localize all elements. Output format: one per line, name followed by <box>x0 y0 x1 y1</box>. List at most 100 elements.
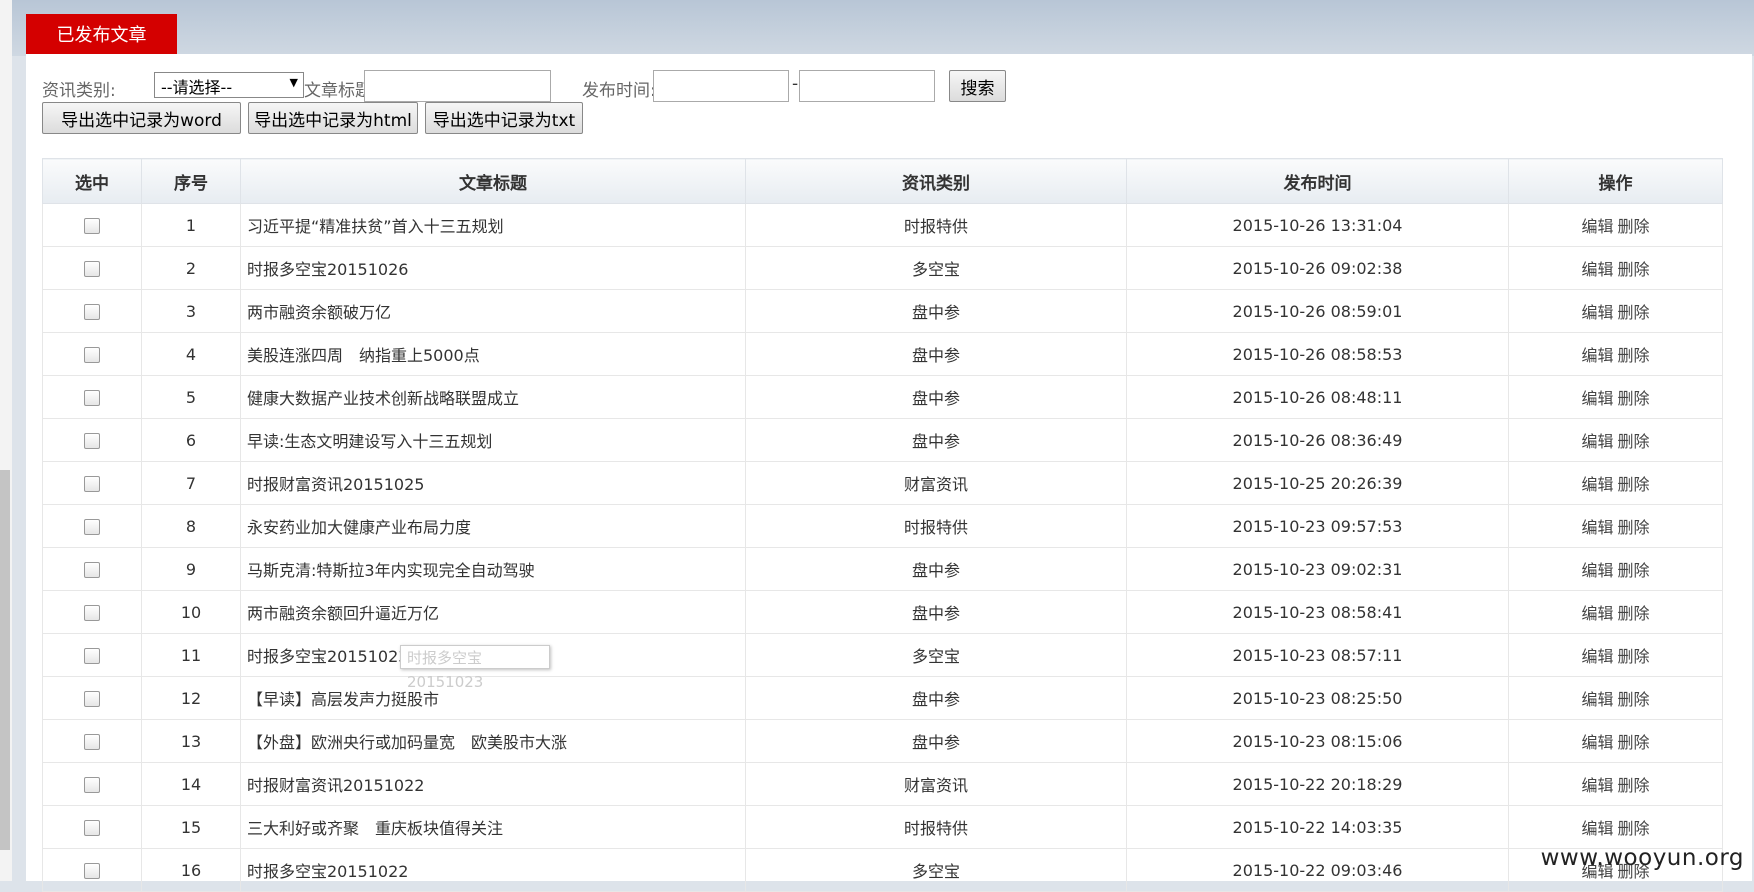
category-select[interactable]: --请选择-- ▼ <box>154 72 304 98</box>
edit-link[interactable]: 编辑 <box>1581 217 1613 236</box>
row-title[interactable]: 【外盘】欧洲央行或加码量宽 欧美股市大涨 <box>240 719 746 763</box>
edit-link[interactable]: 编辑 <box>1581 475 1613 494</box>
row-time: 2015-10-23 09:02:31 <box>1126 547 1509 591</box>
row-select-cell <box>42 246 142 290</box>
row-checkbox[interactable] <box>84 777 100 793</box>
edit-link[interactable]: 编辑 <box>1581 561 1613 580</box>
delete-link[interactable]: 删除 <box>1618 432 1650 451</box>
row-title[interactable]: 时报多空宝20151026 <box>240 246 746 290</box>
header-category: 资讯类别 <box>745 158 1127 204</box>
search-button[interactable]: 搜索 <box>949 70 1006 102</box>
row-actions: 编辑 删除 <box>1508 590 1723 634</box>
delete-link[interactable]: 删除 <box>1618 776 1650 795</box>
row-select-cell <box>42 805 142 849</box>
delete-link[interactable]: 删除 <box>1618 475 1650 494</box>
edit-link[interactable]: 编辑 <box>1581 776 1613 795</box>
edit-link[interactable]: 编辑 <box>1581 518 1613 537</box>
row-title[interactable]: 习近平提“精准扶贫”首入十三五规划 <box>240 203 746 247</box>
edit-link[interactable]: 编辑 <box>1581 389 1613 408</box>
edit-link[interactable]: 编辑 <box>1581 733 1613 752</box>
row-title[interactable]: 健康大数据产业技术创新战略联盟成立 <box>240 375 746 419</box>
row-select-cell <box>42 332 142 376</box>
row-title[interactable]: 马斯克清:特斯拉3年内实现完全自动驾驶 <box>240 547 746 591</box>
delete-link[interactable]: 删除 <box>1618 518 1650 537</box>
delete-link[interactable]: 删除 <box>1618 346 1650 365</box>
row-checkbox[interactable] <box>84 433 100 449</box>
row-title[interactable]: 美股连涨四周 纳指重上5000点 <box>240 332 746 376</box>
edit-link[interactable]: 编辑 <box>1581 690 1613 709</box>
edit-link[interactable]: 编辑 <box>1581 819 1613 838</box>
row-actions: 编辑 删除 <box>1508 805 1723 849</box>
time-to-input[interactable] <box>799 70 935 102</box>
edit-link[interactable]: 编辑 <box>1581 432 1613 451</box>
delete-link[interactable]: 删除 <box>1618 561 1650 580</box>
row-checkbox[interactable] <box>84 820 100 836</box>
row-title[interactable]: 【早读】高层发声力挺股市 <box>240 676 746 720</box>
row-title[interactable]: 两市融资余额破万亿 <box>240 289 746 333</box>
row-title[interactable]: 三大利好或齐聚 重庆板块值得关注 <box>240 805 746 849</box>
row-actions: 编辑 删除 <box>1508 246 1723 290</box>
delete-link[interactable]: 删除 <box>1618 303 1650 322</box>
time-from-input[interactable] <box>653 70 789 102</box>
row-index: 13 <box>141 719 241 763</box>
export-txt-button[interactable]: 导出选中记录为txt <box>425 102 583 134</box>
row-checkbox[interactable] <box>84 648 100 664</box>
title-input[interactable] <box>364 70 551 102</box>
row-checkbox[interactable] <box>84 261 100 277</box>
edit-link[interactable]: 编辑 <box>1581 647 1613 666</box>
edit-link[interactable]: 编辑 <box>1581 346 1613 365</box>
row-title[interactable]: 早读:生态文明建设写入十三五规划 <box>240 418 746 462</box>
scrollbar-thumb[interactable] <box>0 470 10 850</box>
row-select-cell <box>42 547 142 591</box>
row-checkbox[interactable] <box>84 218 100 234</box>
row-title[interactable]: 两市融资余额回升逼近万亿 <box>240 590 746 634</box>
row-index: 11 <box>141 633 241 677</box>
row-checkbox[interactable] <box>84 863 100 879</box>
row-checkbox[interactable] <box>84 347 100 363</box>
row-actions: 编辑 删除 <box>1508 547 1723 591</box>
row-checkbox[interactable] <box>84 476 100 492</box>
row-checkbox[interactable] <box>84 691 100 707</box>
row-checkbox[interactable] <box>84 519 100 535</box>
row-select-cell <box>42 375 142 419</box>
table-row: 5 健康大数据产业技术创新战略联盟成立 盘中参 2015-10-26 08:48:11… <box>42 375 1723 419</box>
delete-link[interactable]: 删除 <box>1618 690 1650 709</box>
row-title[interactable]: 时报多空宝20151022 <box>240 848 746 892</box>
row-time: 2015-10-26 08:59:01 <box>1126 289 1509 333</box>
table-row: 8 永安药业加大健康产业布局力度 时报特供 2015-10-23 09:57:53 编辑… <box>42 504 1723 548</box>
row-category: 盘中参 <box>745 547 1127 591</box>
table-row: 2 时报多空宝20151026 多空宝 2015-10-26 09:02:38 编辑 删除 <box>42 246 1723 290</box>
row-checkbox[interactable] <box>84 390 100 406</box>
row-index: 10 <box>141 590 241 634</box>
delete-link[interactable]: 删除 <box>1618 389 1650 408</box>
delete-link[interactable]: 删除 <box>1618 819 1650 838</box>
edit-link[interactable]: 编辑 <box>1581 604 1613 623</box>
table-row: 4 美股连涨四周 纳指重上5000点 盘中参 2015-10-26 08:58:53 编… <box>42 332 1723 376</box>
category-select-value: --请选择-- <box>161 78 233 97</box>
delete-link[interactable]: 删除 <box>1618 604 1650 623</box>
page-scrollbar[interactable] <box>0 0 12 881</box>
row-time: 2015-10-26 09:02:38 <box>1126 246 1509 290</box>
row-time: 2015-10-26 08:48:11 <box>1126 375 1509 419</box>
row-checkbox[interactable] <box>84 605 100 621</box>
header-band <box>12 0 1754 56</box>
row-title[interactable]: 时报财富资讯20151022 <box>240 762 746 806</box>
row-title[interactable]: 永安药业加大健康产业布局力度 <box>240 504 746 548</box>
row-index: 16 <box>141 848 241 892</box>
tab-published-articles[interactable]: 已发布文章 <box>26 14 177 54</box>
delete-link[interactable]: 删除 <box>1618 217 1650 236</box>
delete-link[interactable]: 删除 <box>1618 647 1650 666</box>
export-html-button[interactable]: 导出选中记录为html <box>248 102 418 134</box>
row-checkbox[interactable] <box>84 304 100 320</box>
row-title[interactable]: 时报财富资讯20151025 <box>240 461 746 505</box>
edit-link[interactable]: 编辑 <box>1581 260 1613 279</box>
header-actions: 操作 <box>1508 158 1723 204</box>
row-checkbox[interactable] <box>84 562 100 578</box>
delete-link[interactable]: 删除 <box>1618 260 1650 279</box>
delete-link[interactable]: 删除 <box>1618 733 1650 752</box>
export-word-button[interactable]: 导出选中记录为word <box>42 102 241 134</box>
header-index: 序号 <box>141 158 241 204</box>
row-checkbox[interactable] <box>84 734 100 750</box>
edit-link[interactable]: 编辑 <box>1581 303 1613 322</box>
chevron-down-icon: ▼ <box>289 76 298 89</box>
